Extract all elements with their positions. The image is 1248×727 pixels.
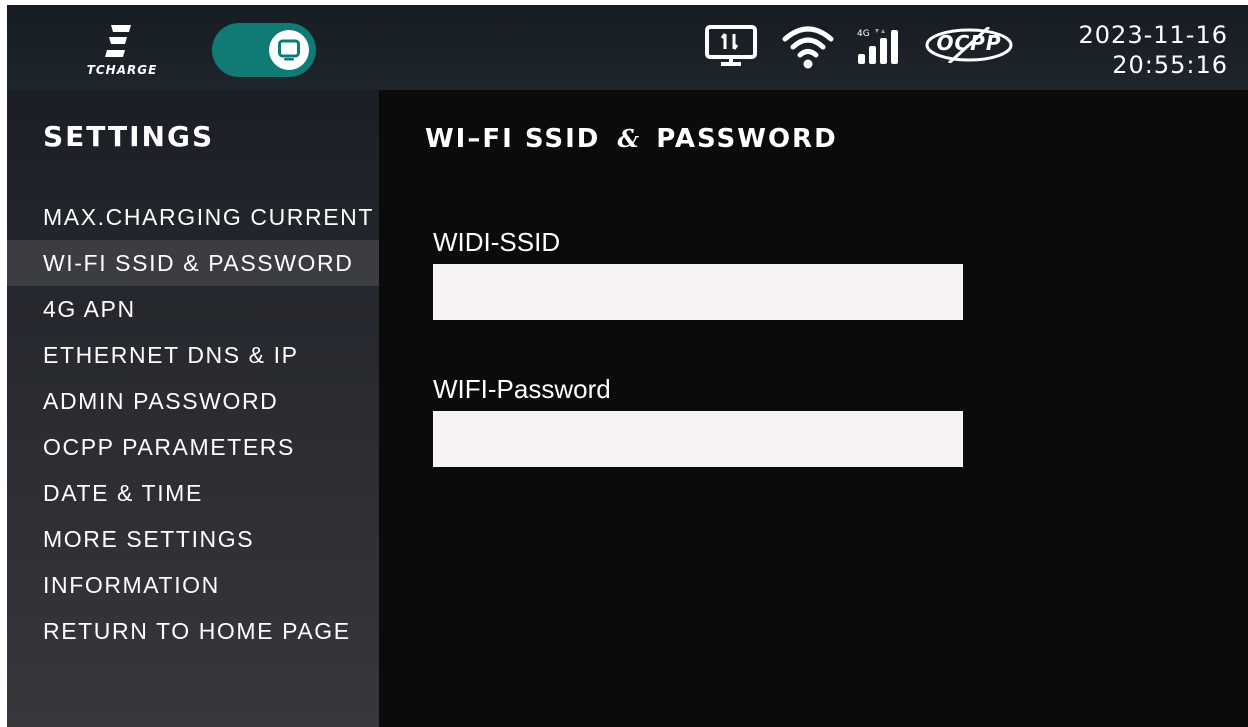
sidebar-title: SETTINGS bbox=[43, 120, 215, 153]
sidebar-item-information[interactable]: INFORMATION bbox=[7, 562, 379, 608]
sidebar-item-ocpp-parameters[interactable]: OCPP PARAMETERS bbox=[7, 424, 379, 470]
sidebar-item-max-charging-current[interactable]: MAX.CHARGING CURRENT bbox=[7, 194, 379, 240]
brand-logo: TCHARGE bbox=[67, 19, 177, 79]
ssid-label: WIDI-SSID bbox=[433, 227, 561, 257]
ocpp-label: OCPP bbox=[936, 31, 1002, 55]
ethernet-icon bbox=[705, 25, 757, 66]
ssid-input[interactable] bbox=[433, 264, 963, 320]
sidebar-item-wifi-ssid-password[interactable]: WI-FI SSID & PASSWORD bbox=[7, 240, 379, 286]
screen-mode-toggle[interactable] bbox=[212, 23, 316, 77]
page-title-right: PASSWORD bbox=[656, 124, 838, 154]
settings-sidebar: SETTINGS MAX.CHARGING CURRENT WI-FI SSID… bbox=[7, 90, 379, 727]
brand-name: TCHARGE bbox=[86, 63, 158, 77]
tcharge-logo-icon bbox=[105, 25, 131, 57]
settings-menu: MAX.CHARGING CURRENT WI-FI SSID & PASSWO… bbox=[7, 194, 379, 654]
sidebar-item-more-settings[interactable]: MORE SETTINGS bbox=[7, 516, 379, 562]
wifi-settings-panel: WI–FI SSID & PASSWORD WIDI-SSID WIFI-Pas… bbox=[379, 90, 1248, 727]
charger-screen: TCHARGE 4G OCPP 2023-11-16 20:55:16 SETT… bbox=[7, 5, 1248, 727]
password-label: WIFI-Password bbox=[433, 374, 611, 404]
sidebar-item-admin-password[interactable]: ADMIN PASSWORD bbox=[7, 378, 379, 424]
sidebar-item-date-time[interactable]: DATE & TIME bbox=[7, 470, 379, 516]
sidebar-item-4g-apn[interactable]: 4G APN bbox=[7, 286, 379, 332]
wifi-icon bbox=[782, 26, 834, 69]
sidebar-item-ethernet-dns-ip[interactable]: ETHERNET DNS & IP bbox=[7, 332, 379, 378]
toggle-knob bbox=[269, 30, 309, 70]
page-title-left: WI–FI SSID bbox=[425, 124, 601, 154]
sidebar-item-return-home[interactable]: RETURN TO HOME PAGE bbox=[7, 608, 379, 654]
ocpp-disabled-icon: OCPP bbox=[923, 27, 1015, 63]
screen-toggle-icon bbox=[278, 39, 300, 61]
page-title: WI–FI SSID & PASSWORD bbox=[425, 124, 838, 154]
time-text: 20:55:16 bbox=[1112, 51, 1228, 79]
page-title-amp: & bbox=[617, 124, 640, 153]
top-bar: TCHARGE 4G OCPP 2023-11-16 20:55:16 bbox=[7, 5, 1248, 90]
datetime: 2023-11-16 20:55:16 bbox=[1079, 20, 1228, 80]
signal-4g-icon: 4G bbox=[853, 21, 913, 71]
date-text: 2023-11-16 bbox=[1078, 21, 1228, 49]
password-input[interactable] bbox=[433, 411, 963, 467]
